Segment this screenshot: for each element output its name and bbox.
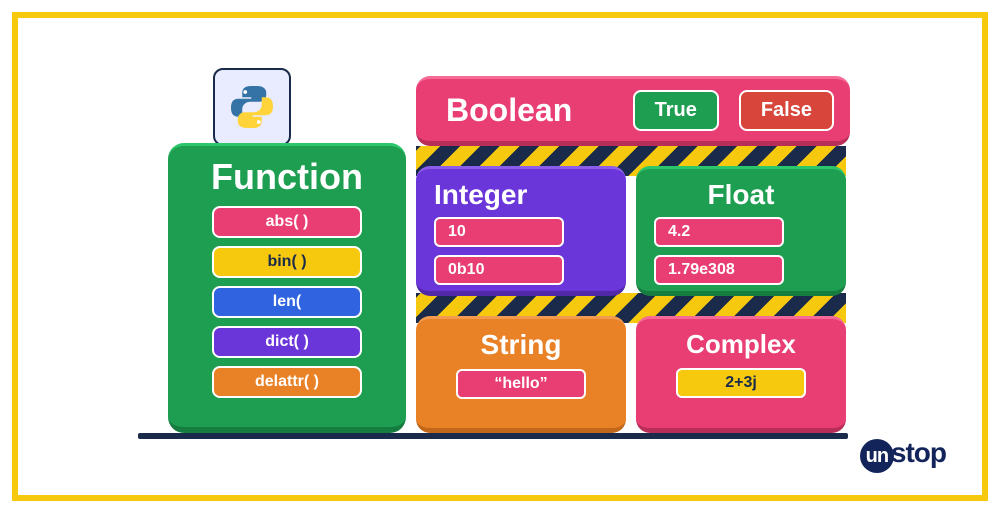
python-icon (228, 83, 276, 131)
float-block: Float 4.2 1.79e308 (636, 166, 846, 296)
integer-value: 0b10 (434, 255, 564, 285)
function-chip: len( (212, 286, 362, 318)
boolean-block: Boolean True False (416, 76, 850, 146)
boolean-title: Boolean (446, 92, 572, 129)
integer-title: Integer (434, 179, 608, 211)
function-chip: dict( ) (212, 326, 362, 358)
float-title: Float (654, 179, 828, 211)
python-logo (213, 68, 291, 146)
function-chip: abs( ) (212, 206, 362, 238)
integer-block: Integer 10 0b10 (416, 166, 626, 296)
brand-logo: unstop (860, 437, 946, 473)
float-value: 1.79e308 (654, 255, 784, 285)
function-block: Function abs( ) bin( ) len( dict( ) dela… (168, 143, 406, 433)
boolean-true-pill: True (633, 90, 719, 131)
float-value: 4.2 (654, 217, 784, 247)
function-chip: delattr( ) (212, 366, 362, 398)
base-line (138, 433, 848, 439)
brand-un-icon: un (860, 439, 894, 473)
complex-block: Complex 2+3j (636, 316, 846, 433)
function-title: Function (186, 156, 388, 198)
complex-title: Complex (654, 329, 828, 360)
integer-value: 10 (434, 217, 564, 247)
boolean-false-pill: False (739, 90, 834, 131)
string-value: “hello” (456, 369, 586, 399)
string-block: String “hello” (416, 316, 626, 433)
complex-value: 2+3j (676, 368, 806, 398)
function-chip: bin( ) (212, 246, 362, 278)
string-title: String (434, 329, 608, 361)
brand-text: stop (891, 437, 946, 468)
